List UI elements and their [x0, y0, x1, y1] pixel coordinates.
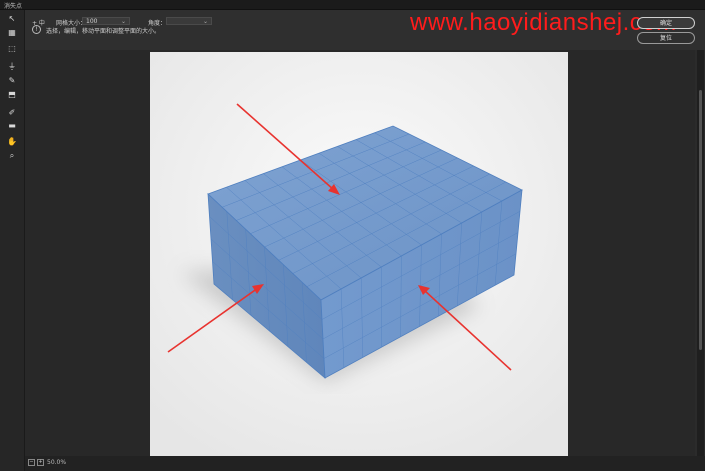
arrow-cursor-icon[interactable]: ↖: [7, 14, 17, 24]
stamp-icon[interactable]: ⏚: [7, 62, 17, 72]
box-illustration: [150, 52, 568, 456]
status-bar: − + 50.0%: [25, 456, 705, 471]
grid-plane-icon[interactable]: ▦: [7, 28, 17, 38]
zoom-icon[interactable]: ⌕: [7, 151, 17, 161]
scrollbar-thumb[interactable]: [699, 90, 702, 350]
tool-panel: ↖ ▦ ⬚ ⏚ ✎ ⬒ ✐ ▬ ✋ ⌕: [0, 10, 25, 471]
chevron-down-icon: ⌄: [202, 18, 208, 25]
ok-button[interactable]: 确定: [637, 17, 695, 29]
zoom-out-icon[interactable]: −: [28, 459, 35, 466]
chevron-down-icon: ⌄: [120, 18, 126, 25]
instruction-text: 选择，编辑，移动平面和调整平面的大小。: [46, 28, 161, 35]
image-canvas[interactable]: [150, 52, 568, 456]
angle-field[interactable]: ⌄: [166, 17, 212, 25]
hand-icon[interactable]: ✋: [7, 137, 17, 147]
reset-button[interactable]: 复位: [637, 32, 695, 44]
eyedropper-icon[interactable]: ✐: [7, 108, 17, 118]
window-title: 消失点: [4, 3, 23, 10]
grid-size-value: 100: [86, 18, 98, 25]
transform-icon[interactable]: ⬒: [7, 90, 17, 100]
vertical-scrollbar[interactable]: [697, 50, 704, 456]
grid-size-field[interactable]: 100 ⌄: [82, 17, 130, 25]
marquee-icon[interactable]: ⬚: [7, 44, 17, 54]
brush-icon[interactable]: ✎: [7, 76, 17, 86]
zoom-value[interactable]: 50.0%: [47, 459, 66, 466]
ruler-icon[interactable]: ▬: [7, 121, 17, 131]
info-icon: !: [32, 25, 41, 34]
zoom-in-icon[interactable]: +: [37, 459, 44, 466]
